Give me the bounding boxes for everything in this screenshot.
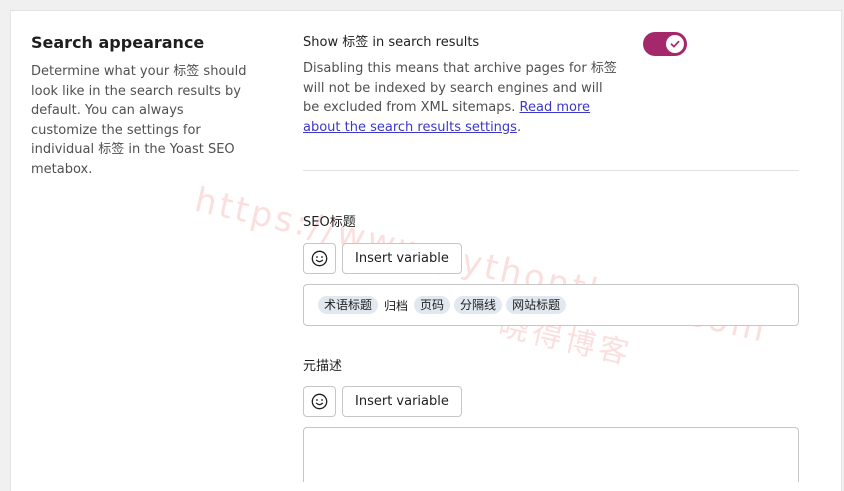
section-divider: [303, 170, 799, 171]
smiley-icon: [311, 393, 328, 410]
meta-description-insert-variable-button[interactable]: Insert variable: [342, 386, 462, 417]
variable-chip: 分隔线: [454, 296, 503, 314]
toggle-description: Disabling this means that archive pages …: [303, 59, 618, 137]
meta-description-label: 元描述: [303, 359, 343, 374]
section-description: Determine what your 标签 should look like …: [31, 64, 247, 177]
variable-chip: 页码: [414, 296, 451, 314]
seo-title-label: SEO标题: [303, 215, 356, 230]
seo-title-input[interactable]: 术语标题 归档 页码 分隔线 网站标题: [303, 284, 799, 326]
section-intro: Search appearance Determine what your 标签…: [31, 33, 253, 180]
seo-title-insert-variable-button[interactable]: Insert variable: [342, 243, 462, 274]
variable-chip: 术语标题: [318, 296, 379, 314]
meta-description-emoji-button[interactable]: [303, 386, 336, 417]
toggle-description-period: .: [516, 119, 522, 135]
show-in-search-toggle[interactable]: [643, 32, 687, 56]
seo-title-emoji-button[interactable]: [303, 243, 336, 274]
variable-text: 归档: [384, 298, 409, 313]
seo-title-toolbar: Insert variable: [303, 243, 462, 274]
check-icon: [670, 40, 680, 48]
meta-description-input[interactable]: [303, 427, 799, 482]
smiley-icon: [311, 250, 328, 267]
toggle-knob: [666, 35, 684, 53]
section-title: Search appearance: [31, 33, 205, 52]
variable-chip: 网站标题: [506, 296, 567, 314]
meta-description-toolbar: Insert variable: [303, 386, 462, 417]
toggle-setting: Show 标签 in search results Disabling this…: [303, 32, 799, 137]
toggle-label: Show 标签 in search results: [303, 35, 480, 50]
